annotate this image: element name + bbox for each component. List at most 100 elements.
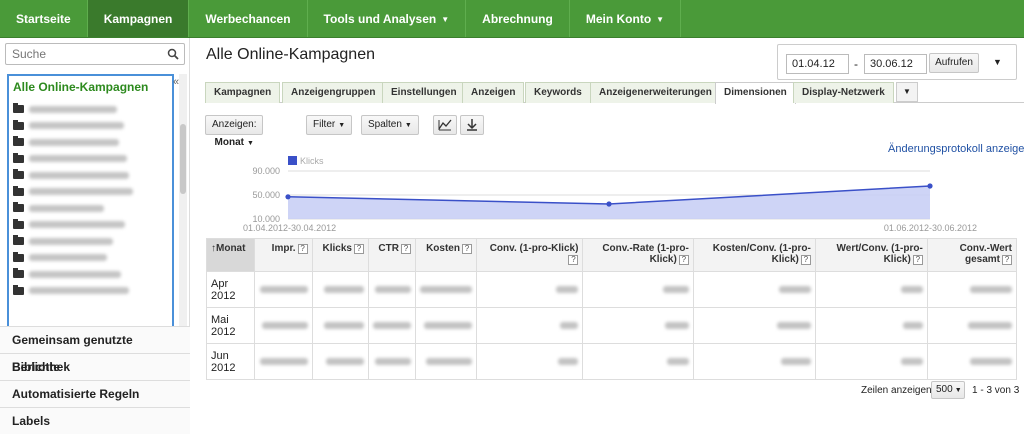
column-header[interactable]: Wert/Conv. (1-pro-Klick)? [814,238,928,272]
folder-icon [13,136,24,147]
column-header[interactable]: Conv.-Wert gesamt? [926,238,1018,272]
x-axis-start-label: 01.04.2012-30.04.2012 [243,223,336,233]
download-button[interactable] [460,115,484,135]
nav-startseite[interactable]: Startseite [0,0,88,37]
column-header-label: Kosten [426,243,460,254]
sidebar-link-labels[interactable]: Labels [0,407,190,434]
nav-werbechancen[interactable]: Werbechancen [189,0,308,37]
column-header[interactable]: Kosten/Conv. (1-pro-Klick)? [692,238,816,272]
help-icon[interactable]: ? [912,255,923,265]
chart-toggle-button[interactable] [433,115,457,135]
table-body: Apr 2012 Mai 2012 Jun 2012 [206,271,1018,380]
nav-tools[interactable]: Tools und Analysen ▼ [308,0,467,37]
tab-kampagnen[interactable]: Kampagnen [205,82,281,103]
campaign-item[interactable] [13,118,172,135]
campaign-item[interactable] [13,151,172,168]
tab-dimensionen[interactable]: Dimensionen [715,82,796,104]
help-icon[interactable]: ? [800,255,811,265]
tab-einstellungen[interactable]: Einstellungen [382,82,466,103]
help-icon[interactable]: ? [353,244,364,254]
search-icon[interactable] [167,48,179,60]
filter-label: Filter [313,119,336,130]
data-point [927,183,933,189]
campaign-item[interactable] [13,200,172,217]
sidebar-link-berichte[interactable]: Berichte [0,353,190,380]
redacted-value [325,357,364,365]
help-icon[interactable]: ? [568,255,579,265]
campaign-list [13,101,172,299]
campaign-item[interactable] [13,167,172,184]
aufrufen-button[interactable]: Aufrufen [929,53,979,73]
column-header-label: Kosten/Conv. (1-pro-Klick) [712,243,811,265]
table-row[interactable]: Apr 2012 [206,271,1018,308]
redacted-value [558,357,579,365]
sidebar-link-bibliothek[interactable]: Gemeinsam genutzte Bibliothek [0,326,190,374]
help-icon[interactable]: ? [678,255,689,265]
nav-mein-konto[interactable]: Mein Konto ▼ [570,0,682,37]
help-icon[interactable]: ? [1002,255,1012,265]
campaign-item[interactable] [13,266,172,283]
metric-cell [367,343,416,380]
metric-cell [253,271,313,308]
metric-cell [414,343,477,380]
date-from-field[interactable]: 01.04.12 [786,54,849,74]
campaign-item[interactable] [13,250,172,267]
view-select-button[interactable]: Anzeigen: Monat ▼ [205,115,264,148]
help-icon[interactable]: ? [400,244,411,254]
folder-icon [13,268,24,279]
nav-abrechnung[interactable]: Abrechnung [466,0,570,37]
sidebar-scrollbar[interactable] [179,74,187,363]
campaign-item[interactable] [13,134,172,151]
tab-anzeigenerweiterungen[interactable]: Anzeigenerweiterungen [590,82,721,103]
folder-icon [13,103,24,114]
metric-cell [582,307,694,344]
redacted-value [372,321,411,329]
column-header[interactable]: CTR? [367,238,416,272]
table-row[interactable]: Mai 2012 [206,307,1018,344]
columns-button[interactable]: Spalten ▼ [361,115,419,135]
column-header[interactable]: Klicks? [311,238,369,272]
campaign-item[interactable] [13,283,172,300]
tree-root-all-campaigns[interactable]: Alle Online-Kampagnen [13,80,172,94]
redacted-value [374,285,411,293]
help-icon[interactable]: ? [461,244,472,254]
redacted-value [900,357,923,365]
campaign-item[interactable] [13,233,172,250]
redacted-value [556,285,579,293]
column-header[interactable]: Conv. (1-pro-Klick)? [475,238,584,272]
column-header[interactable]: Impr.? [253,238,313,272]
nav-kampagnen[interactable]: Kampagnen [87,0,190,37]
redacted-value [666,357,689,365]
scrollbar-thumb[interactable] [180,124,186,194]
folder-icon [13,235,24,246]
column-header[interactable]: ↑Monat [206,238,255,272]
campaign-name-redacted [29,254,107,262]
sidebar-link-regeln[interactable]: Automatisierte Regeln [0,380,190,407]
tab-keywords[interactable]: Keywords [525,82,591,103]
tab-display-netzwerk[interactable]: Display-Netzwerk [793,82,894,103]
campaign-item[interactable] [13,217,172,234]
rows-value: 500 [936,384,953,395]
help-icon[interactable]: ? [297,244,308,254]
rows-per-page-select[interactable]: 500 ▼ [931,381,965,399]
tab-anzeigen[interactable]: Anzeigen [462,82,525,103]
metric-cell [311,271,369,308]
metric-cell [414,307,477,344]
search-input[interactable] [6,44,156,64]
column-header[interactable]: Conv.-Rate (1-pro-Klick)? [582,238,694,272]
column-header[interactable]: Kosten? [414,238,477,272]
data-point [606,201,612,207]
date-to-field[interactable]: 30.06.12 [864,54,927,74]
more-tabs-button[interactable]: ▼ [896,82,918,102]
tab-anzeigengruppen[interactable]: Anzeigengruppen [282,82,385,103]
metric-cell [311,307,369,344]
view-label: Anzeigen: [212,119,257,130]
chevron-down-icon[interactable]: ▼ [993,57,1002,67]
redacted-value [900,285,923,293]
metric-cell [814,343,928,380]
campaign-item[interactable] [13,101,172,118]
campaign-item[interactable] [13,184,172,201]
table-row[interactable]: Jun 2012 [206,343,1018,380]
filter-button[interactable]: Filter ▼ [306,115,353,135]
metric-cell [414,271,477,308]
